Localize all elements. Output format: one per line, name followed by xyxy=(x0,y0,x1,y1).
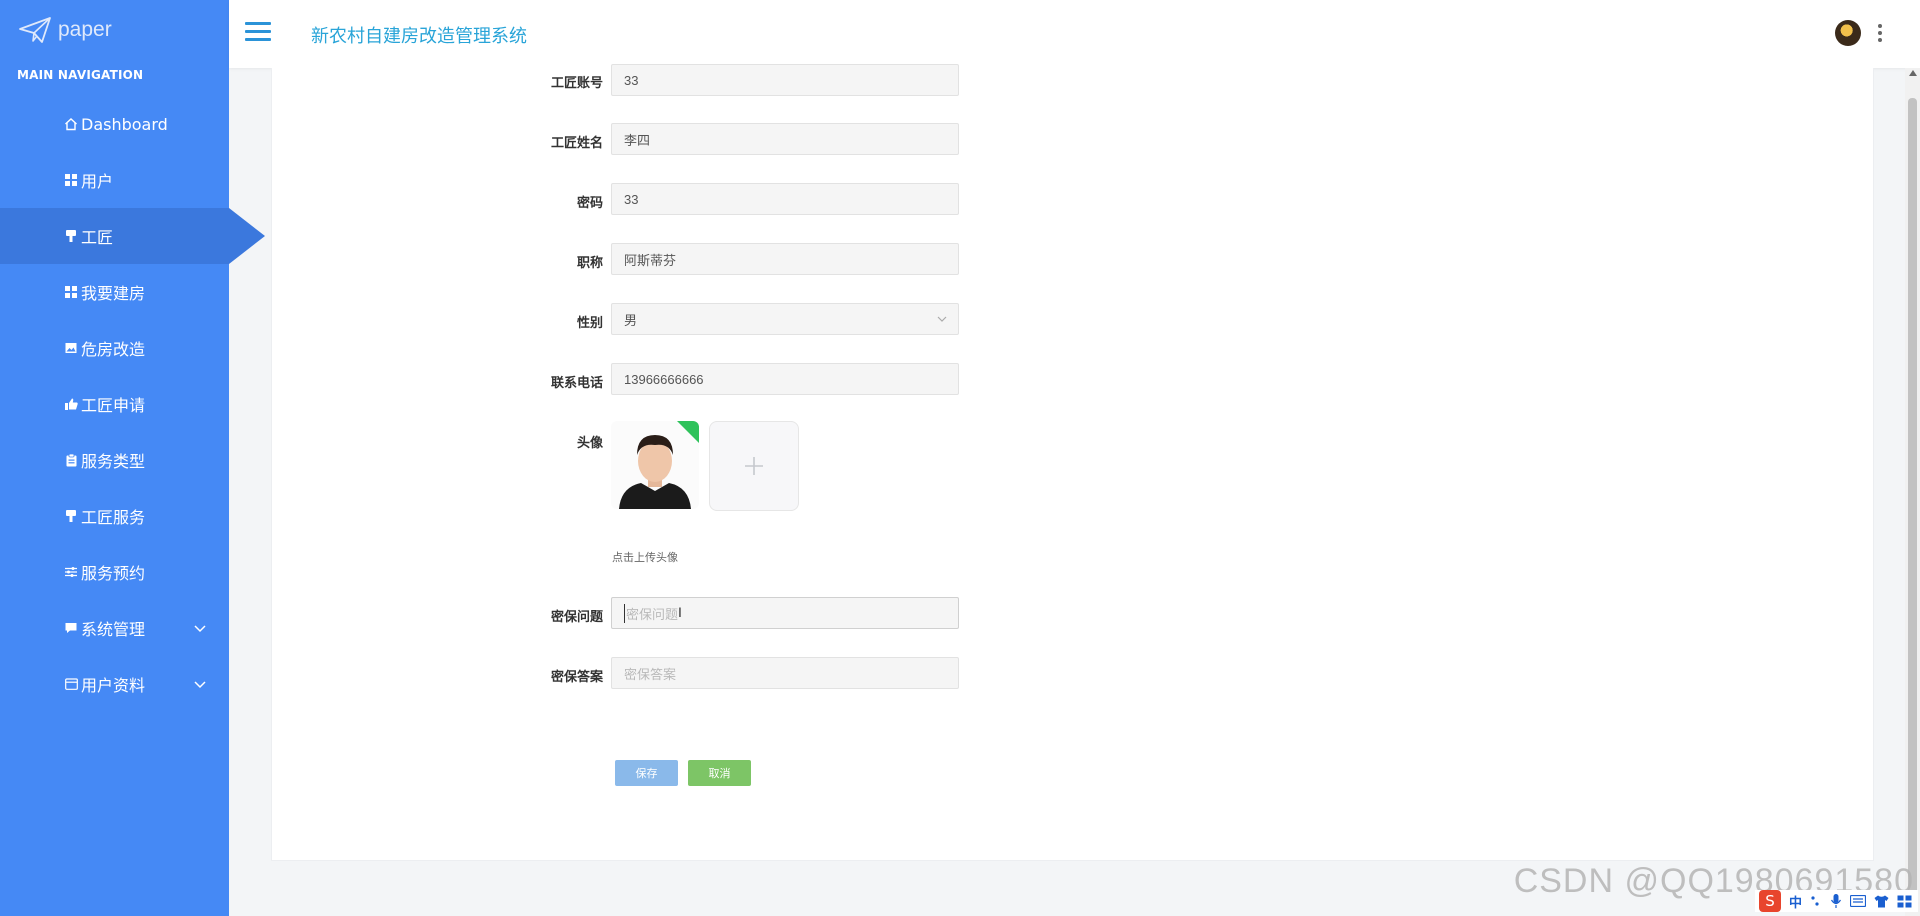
ime-chinese-mode[interactable]: 中 xyxy=(1789,892,1802,911)
clipboard-icon xyxy=(64,453,78,467)
security-answer-label: 密保答案 xyxy=(550,670,603,685)
phone-field[interactable]: 13966666666 xyxy=(611,363,959,395)
nav-item-system-management[interactable]: 系统管理 xyxy=(0,600,229,656)
job-title-value: 阿斯蒂芬 xyxy=(624,252,677,268)
punctuation-icon[interactable] xyxy=(1810,894,1822,908)
nav-item-service-booking[interactable]: 服务预约 xyxy=(0,544,229,600)
keyboard-icon[interactable] xyxy=(1850,895,1866,907)
scroll-thumb[interactable] xyxy=(1908,98,1917,908)
nav-item-label: 工匠 xyxy=(81,228,114,247)
nav-item-craftsman-apply[interactable]: 工匠申请 xyxy=(0,376,229,432)
security-answer-placeholder: 密保答案 xyxy=(624,666,677,682)
phone-value: 13966666666 xyxy=(624,371,704,387)
edit-form-panel: 工匠账号 33 工匠姓名 李四 密码 33 职称 阿斯蒂芬 性别 男 联系电话 … xyxy=(271,64,1874,861)
nav-item-dangerous-house[interactable]: 危房改造 xyxy=(0,320,229,376)
toolbox-icon[interactable] xyxy=(1897,895,1912,908)
security-answer-input[interactable]: 密保答案 xyxy=(611,657,959,689)
sidebar: paper MAIN NAVIGATION Dashboard 用户 工匠 我要… xyxy=(0,0,265,916)
sogou-logo-icon: S xyxy=(1758,890,1781,912)
account-label: 工匠账号 xyxy=(550,76,603,91)
nav-item-label: Dashboard xyxy=(81,114,168,134)
nav-item-label: 系统管理 xyxy=(81,620,146,639)
brush-icon xyxy=(64,229,78,243)
nav-item-user-profile[interactable]: 用户资料 xyxy=(0,656,229,712)
name-value: 李四 xyxy=(624,132,651,148)
brush-icon xyxy=(64,509,78,523)
grid-icon xyxy=(64,173,78,187)
name-label: 工匠姓名 xyxy=(550,136,603,151)
password-value: 33 xyxy=(624,191,639,207)
account-value: 33 xyxy=(624,72,639,88)
top-header: 新农村自建房改造管理系统 xyxy=(229,0,1920,68)
gender-label: 性别 xyxy=(576,316,603,331)
scroll-up-arrow-icon[interactable] xyxy=(1909,70,1917,76)
nav-item-label: 危房改造 xyxy=(81,340,146,359)
home-icon xyxy=(64,117,78,131)
avatar-photo xyxy=(611,421,699,509)
chat-icon xyxy=(64,621,78,635)
microphone-icon[interactable] xyxy=(1830,893,1842,909)
main-navigation: Dashboard 用户 工匠 我要建房 危房改造 工匠申请 服务类型 工匠服务… xyxy=(0,96,265,712)
paper-plane-icon xyxy=(19,17,51,43)
grid-icon xyxy=(64,285,78,299)
user-avatar[interactable] xyxy=(1835,20,1861,46)
security-question-placeholder: 密保问题 xyxy=(624,603,678,623)
job-title-field[interactable]: 阿斯蒂芬 xyxy=(611,243,959,275)
password-label: 密码 xyxy=(576,196,603,211)
nav-item-craftsman-service[interactable]: 工匠服务 xyxy=(0,488,229,544)
sliders-icon xyxy=(64,565,78,579)
nav-item-dashboard[interactable]: Dashboard xyxy=(0,96,229,152)
cancel-button[interactable]: 取消 xyxy=(688,760,751,786)
nav-item-label: 服务预约 xyxy=(81,564,146,583)
vertical-scrollbar[interactable] xyxy=(1905,68,1920,916)
nav-item-craftsman[interactable]: 工匠 xyxy=(0,208,265,264)
gender-value: 男 xyxy=(624,312,638,328)
phone-label: 联系电话 xyxy=(550,376,603,391)
image-icon xyxy=(64,341,78,355)
plus-icon xyxy=(745,457,763,475)
nav-item-service-type[interactable]: 服务类型 xyxy=(0,432,229,488)
nav-item-label: 我要建房 xyxy=(81,284,146,303)
more-options-icon[interactable] xyxy=(1877,24,1883,44)
menu-toggle-icon[interactable] xyxy=(245,22,271,44)
avatar-upload-hint: 点击上传头像 xyxy=(612,551,678,564)
gender-select[interactable]: 男 xyxy=(611,303,959,335)
account-field[interactable]: 33 xyxy=(611,64,959,96)
avatar-preview[interactable] xyxy=(611,421,699,509)
chevron-down-icon[interactable] xyxy=(193,677,207,691)
nav-heading: MAIN NAVIGATION xyxy=(17,68,144,82)
calendar-icon xyxy=(64,677,78,691)
text-cursor-icon: I xyxy=(678,604,682,620)
brand-name: paper xyxy=(58,18,112,41)
nav-item-label: 用户 xyxy=(81,172,114,191)
password-field[interactable]: 33 xyxy=(611,183,959,215)
save-button[interactable]: 保存 xyxy=(615,760,678,786)
nav-item-label: 服务类型 xyxy=(81,452,146,471)
security-question-input[interactable]: 密保问题 I xyxy=(611,597,959,629)
nav-item-label: 工匠服务 xyxy=(81,508,146,527)
skin-shirt-icon[interactable] xyxy=(1874,895,1889,908)
avatar-label: 头像 xyxy=(576,436,603,451)
security-question-label: 密保问题 xyxy=(550,610,603,625)
name-field[interactable]: 李四 xyxy=(611,123,959,155)
chevron-down-icon[interactable] xyxy=(193,621,207,635)
nav-item-label: 工匠申请 xyxy=(81,396,146,415)
brand-logo[interactable]: paper xyxy=(18,14,112,46)
chevron-down-icon xyxy=(937,316,947,322)
upload-avatar-button[interactable] xyxy=(709,421,799,511)
app-title: 新农村自建房改造管理系统 xyxy=(311,26,527,47)
nav-item-label: 用户资料 xyxy=(81,676,146,695)
thumbs-up-icon xyxy=(64,397,78,411)
job-title-label: 职称 xyxy=(576,256,603,271)
nav-item-build-house[interactable]: 我要建房 xyxy=(0,264,229,320)
ime-toolbar[interactable]: S 中 xyxy=(1754,890,1918,912)
nav-item-users[interactable]: 用户 xyxy=(0,152,229,208)
